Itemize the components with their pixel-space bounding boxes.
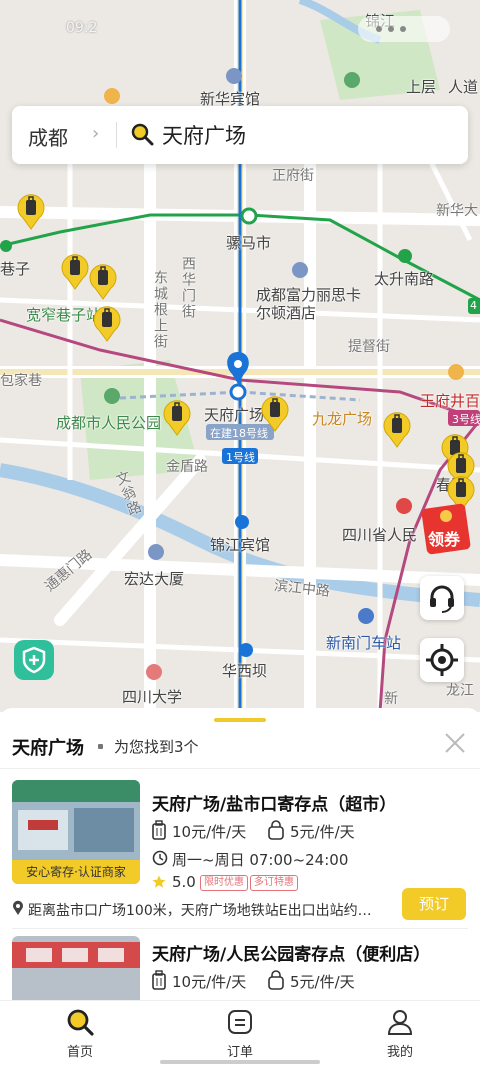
map-label: 成都市人民公园	[56, 414, 162, 432]
tab-home[interactable]: 首页	[40, 1007, 120, 1063]
tab-mine[interactable]: 我的	[360, 1007, 440, 1063]
luggage-icon	[152, 820, 166, 840]
metro-line-label: 4	[470, 299, 477, 312]
divider	[12, 928, 468, 929]
map-label: 提督街	[348, 339, 390, 355]
tab-label: 我的	[386, 1045, 413, 1060]
search-input[interactable]: 天府广场	[162, 120, 246, 150]
map-label: 新	[384, 691, 398, 707]
certified-badge: 安心寄存·认证商家	[12, 860, 140, 884]
metro-line-label: 3号线	[452, 413, 480, 426]
status-bar: 09:2	[0, 14, 480, 44]
capsule-menu[interactable]	[358, 16, 450, 42]
map-label: 太升南路	[374, 270, 435, 288]
map-label: 宽窄巷子站	[26, 306, 102, 324]
map-label: 龙江	[446, 683, 474, 699]
result-count: 为您找到3个	[114, 738, 199, 756]
coupon-label: 领券	[428, 530, 461, 549]
luggage-pin-icon[interactable]	[382, 410, 412, 448]
list-item[interactable]: 安心寄存·认证商家 天府广场/盐市口寄存点（超市） 10元/件/天 5元/件/天…	[0, 780, 480, 930]
luggage-pin-icon[interactable]	[16, 192, 46, 230]
map-label: 正府街	[272, 168, 314, 184]
list-item[interactable]: 天府广场/人民公园寄存点（便利店） 10元/件/天 5元/件/天	[0, 936, 480, 1006]
chevron-right-icon: ›	[92, 123, 100, 144]
promo-tag: 多订特惠	[250, 875, 298, 891]
large-item-price: 10元/件/天	[172, 823, 247, 841]
store-name: 天府广场/盐市口寄存点（超市）	[152, 795, 397, 815]
search-icon	[67, 1009, 94, 1036]
tab-orders[interactable]: 订单	[200, 1007, 280, 1063]
shield-icon	[22, 646, 46, 674]
map-label: 新华大	[436, 203, 478, 219]
separator-dot	[98, 744, 103, 749]
map-label: 金盾路	[166, 459, 208, 475]
locate-icon	[426, 644, 458, 676]
rating-value: 5.0	[172, 873, 196, 891]
search-icon	[131, 123, 154, 146]
divider	[0, 768, 480, 769]
location-icon	[13, 900, 23, 915]
metro-line-label: 1号线	[226, 451, 255, 464]
sheet-title: 天府广场	[12, 738, 84, 759]
luggage-pin-icon[interactable]	[88, 262, 118, 300]
opening-hours: 周一~周日 07:00~24:00	[172, 851, 349, 869]
map-label: 上层	[406, 78, 437, 96]
map-label: 四川省人民	[342, 526, 418, 544]
city-selector[interactable]: 成都	[28, 122, 68, 151]
map-view[interactable]: 新华宾馆 正府街 新华大 锦江 上层 人道 骡马市 巷子 太升南路 宽窄巷子站 …	[0, 0, 480, 712]
status-time: 09:2	[66, 20, 98, 36]
book-button[interactable]: 预订	[402, 888, 466, 920]
map-label: 包家巷	[0, 373, 42, 389]
map-label: 王府井百	[420, 392, 480, 410]
map-label: 锦江宾馆	[210, 536, 271, 554]
bottom-nav: 首页 订单 我的	[0, 1000, 480, 1066]
large-item-price: 10元/件/天	[172, 973, 247, 991]
luggage-pin-icon[interactable]	[260, 394, 290, 432]
map-label: 东城根上街	[152, 270, 168, 350]
customer-service-button[interactable]	[420, 576, 464, 620]
bag-icon	[268, 970, 284, 990]
map-label: 骡马市	[226, 234, 272, 252]
home-indicator	[160, 1060, 320, 1064]
coupon-button[interactable]: 领券	[418, 500, 480, 556]
promo-tag: 限时优惠	[200, 875, 248, 891]
luggage-pin-icon[interactable]	[162, 398, 192, 436]
store-photo	[12, 936, 140, 1006]
luggage-icon	[152, 970, 166, 990]
map-label: 人道	[448, 78, 479, 96]
locate-button[interactable]	[420, 638, 464, 682]
map-label: 天府广场	[204, 406, 265, 424]
store-address: 距离盐市口广场100米，天府广场地铁站E出口出站约…	[28, 903, 372, 919]
map-label: 四川大学	[122, 688, 183, 706]
map-label: 西华门街	[180, 256, 196, 320]
close-icon[interactable]	[442, 730, 468, 756]
insurance-button[interactable]	[14, 640, 54, 680]
star-icon	[152, 875, 166, 888]
store-photo: 安心寄存·认证商家	[12, 780, 140, 884]
luggage-pin-icon[interactable]	[60, 252, 90, 290]
map-label: 巷子	[0, 260, 31, 278]
tab-label: 首页	[66, 1045, 93, 1060]
divider	[116, 122, 117, 148]
search-bar[interactable]: 成都 › 天府广场	[12, 106, 468, 164]
sheet-handle[interactable]	[214, 718, 266, 722]
small-item-price: 5元/件/天	[290, 973, 355, 991]
small-item-price: 5元/件/天	[290, 823, 355, 841]
headset-icon	[430, 585, 454, 613]
store-name: 天府广场/人民公园寄存点（便利店）	[152, 945, 431, 965]
bag-icon	[268, 820, 284, 840]
clock-icon	[152, 850, 168, 866]
order-icon	[228, 1010, 252, 1034]
luggage-pin-icon[interactable]	[92, 304, 122, 342]
map-label: 成都富力丽思卡尔顿酒店	[256, 286, 362, 322]
map-label: 九龙广场	[312, 410, 373, 428]
map-label: 宏达大厦	[124, 570, 185, 588]
map-label: 新南门车站	[326, 634, 402, 652]
tab-label: 订单	[226, 1045, 253, 1060]
map-label: 华西坝	[222, 662, 268, 680]
user-icon	[387, 1010, 413, 1035]
results-sheet: 天府广场 为您找到3个 安心寄存·认证商家 天府广场/盐市口寄存点（超市） 10…	[0, 708, 480, 1006]
